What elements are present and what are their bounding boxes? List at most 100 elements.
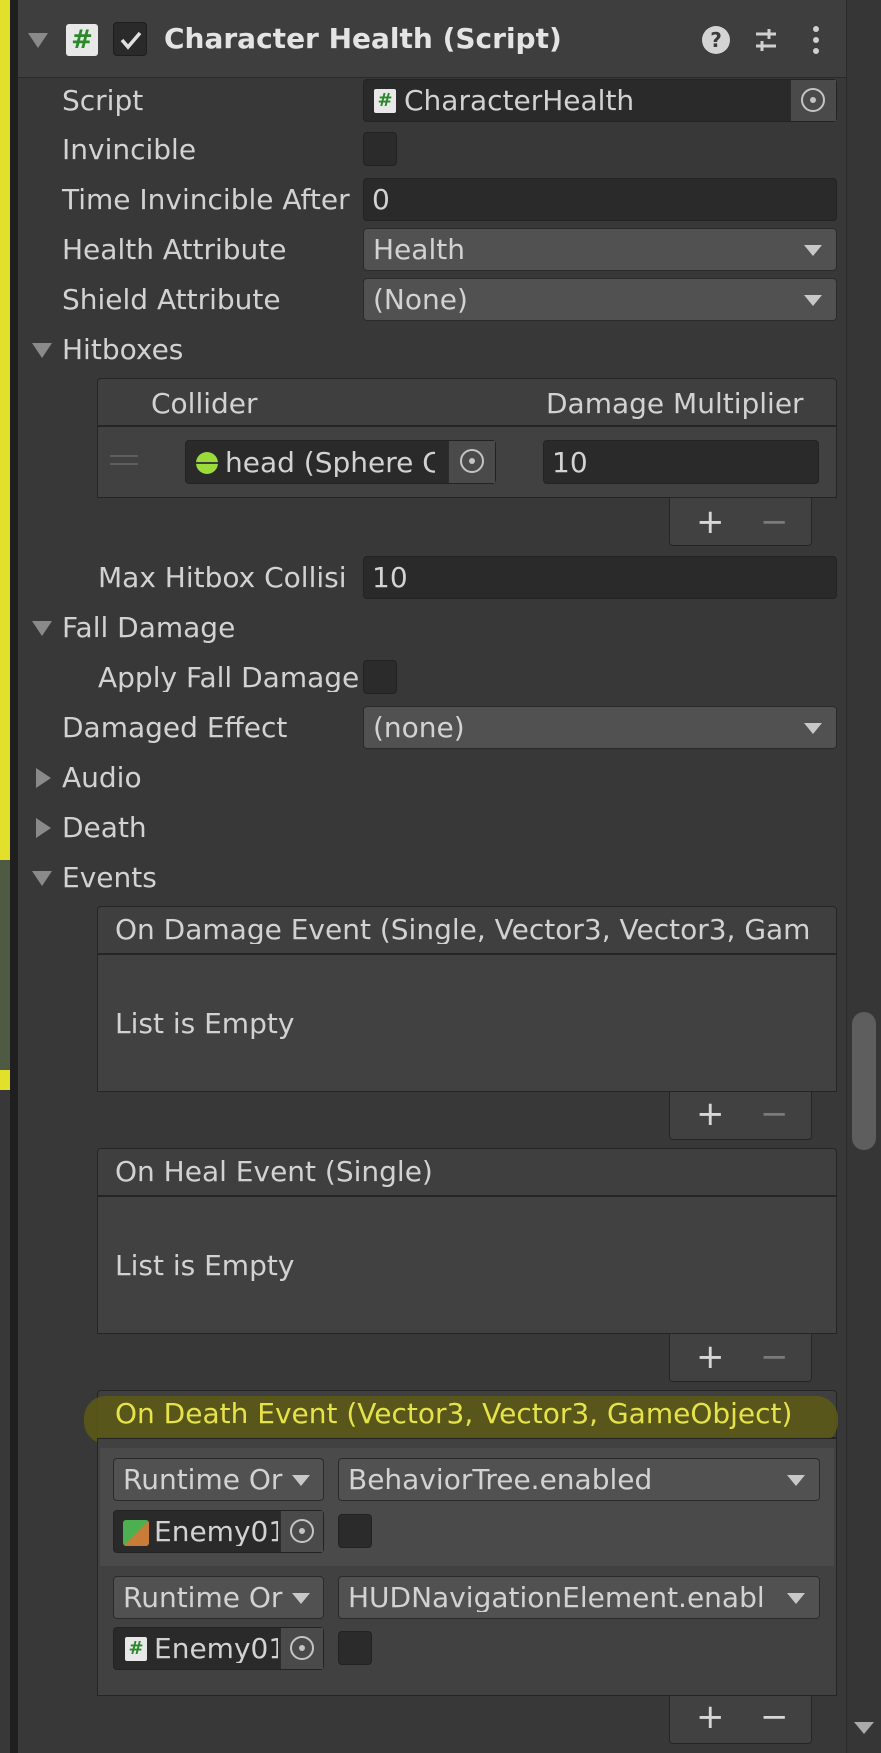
damage-event-title: On Damage Event (Single, Vector3, Vector…	[115, 916, 811, 944]
apply-fall-damage-checkbox[interactable]	[363, 660, 397, 694]
fall-damage-foldout-icon[interactable]	[32, 621, 52, 636]
panel-divider	[10, 0, 18, 1753]
damage-multiplier-value: 10	[552, 446, 588, 479]
chevron-down-icon	[804, 723, 822, 734]
drag-handle-icon[interactable]	[110, 455, 138, 465]
object-picker-icon	[290, 1519, 314, 1543]
heal-event-empty: List is Empty	[115, 1249, 295, 1282]
scene-viewport-terrain	[0, 860, 10, 1070]
hitboxes-list-controls	[669, 498, 812, 546]
health-attribute-dropdown[interactable]: Health	[363, 228, 837, 271]
script-object-field[interactable]: # CharacterHealth	[363, 79, 837, 122]
chevron-down-icon	[292, 1475, 310, 1486]
shield-attribute-label: Shield Attribute	[62, 283, 281, 316]
object-picker-icon	[460, 449, 484, 473]
script-label: Script	[62, 84, 144, 117]
object-picker-icon	[801, 88, 825, 112]
script-value: CharacterHealth	[404, 84, 635, 117]
time-invincible-label: Time Invincible After	[62, 183, 350, 216]
function-value: HUDNavigationElement.enabl	[348, 1584, 765, 1612]
health-attribute-label: Health Attribute	[62, 233, 287, 266]
damage-multiplier-column-header: Damage Multiplier	[546, 387, 804, 420]
presets-icon[interactable]	[752, 26, 780, 54]
add-damage-listener-button[interactable]: +	[696, 1094, 725, 1134]
add-death-listener-button[interactable]: +	[696, 1697, 725, 1737]
damage-event-empty: List is Empty	[115, 1007, 295, 1040]
fall-damage-section-label[interactable]: Fall Damage	[62, 614, 235, 642]
target-object-value: Enemy01	[154, 1518, 278, 1546]
death-event-title: On Death Event (Vector3, Vector3, GameOb…	[115, 1397, 793, 1430]
remove-damage-listener-button[interactable]: −	[760, 1094, 789, 1134]
checkmark-icon	[120, 31, 142, 50]
runtime-mode-dropdown[interactable]: Runtime Or	[113, 1576, 324, 1619]
chevron-down-icon	[292, 1593, 310, 1604]
sphere-collider-icon	[196, 452, 218, 474]
component-title: Character Health (Script)	[164, 22, 562, 55]
max-hitbox-input[interactable]: 10	[363, 556, 837, 599]
scroll-down-icon[interactable]	[854, 1722, 874, 1734]
collider-column-header: Collider	[151, 387, 258, 420]
runtime-mode-value: Runtime Or	[123, 1466, 283, 1494]
heal-event-controls	[669, 1334, 812, 1382]
remove-hitbox-button[interactable]: −	[760, 502, 789, 542]
events-foldout-icon[interactable]	[32, 871, 52, 886]
script-file-icon: #	[66, 24, 98, 56]
script-picker[interactable]	[790, 80, 836, 121]
time-invincible-value: 0	[372, 183, 390, 216]
hitboxes-section-label[interactable]: Hitboxes	[62, 336, 183, 364]
max-hitbox-label: Max Hitbox Collisi	[98, 564, 347, 592]
damaged-effect-dropdown[interactable]: (none)	[363, 706, 837, 749]
scrollbar-thumb[interactable]	[852, 1012, 876, 1150]
listener-value-checkbox[interactable]	[338, 1514, 372, 1548]
help-icon[interactable]: ?	[702, 26, 730, 54]
scrollbar-track[interactable]	[846, 0, 881, 1753]
gameobject-icon	[123, 1520, 149, 1546]
invincible-label: Invincible	[62, 133, 197, 166]
shield-attribute-dropdown[interactable]: (None)	[363, 278, 837, 321]
shield-attribute-value: (None)	[373, 283, 468, 316]
audio-foldout-icon[interactable]	[36, 768, 51, 788]
damaged-effect-value: (none)	[373, 711, 465, 744]
audio-section-label[interactable]: Audio	[62, 764, 142, 792]
damage-event-controls	[669, 1092, 812, 1140]
collider-object-field[interactable]: head (Sphere C	[185, 440, 496, 484]
component-foldout-icon[interactable]	[28, 33, 48, 48]
function-dropdown[interactable]: HUDNavigationElement.enabl	[338, 1576, 820, 1619]
death-section-label[interactable]: Death	[62, 814, 147, 842]
remove-heal-listener-button[interactable]: −	[760, 1337, 789, 1377]
target-object-field[interactable]: Enemy01	[113, 1510, 324, 1553]
hitboxes-foldout-icon[interactable]	[32, 343, 52, 358]
apply-fall-damage-label: Apply Fall Damage	[98, 664, 360, 692]
damage-multiplier-input[interactable]: 10	[543, 440, 819, 484]
object-picker-icon	[290, 1636, 314, 1660]
more-icon[interactable]	[810, 24, 822, 56]
script-file-icon: #	[125, 1637, 147, 1661]
health-attribute-value: Health	[373, 233, 465, 266]
function-dropdown[interactable]: BehaviorTree.enabled	[338, 1458, 820, 1501]
function-value: BehaviorTree.enabled	[348, 1466, 653, 1494]
chevron-down-icon	[787, 1475, 805, 1486]
death-event-controls	[669, 1696, 812, 1744]
time-invincible-input[interactable]: 0	[363, 178, 837, 221]
chevron-down-icon	[804, 245, 822, 256]
listener-value-checkbox[interactable]	[338, 1631, 372, 1665]
heal-event-title: On Heal Event (Single)	[115, 1155, 433, 1188]
component-enabled-checkbox[interactable]	[113, 22, 147, 56]
target-object-picker[interactable]	[280, 1511, 323, 1552]
damaged-effect-label: Damaged Effect	[62, 711, 288, 744]
remove-death-listener-button[interactable]: −	[760, 1697, 789, 1737]
chevron-down-icon	[804, 295, 822, 306]
events-section-label[interactable]: Events	[62, 864, 157, 892]
max-hitbox-value: 10	[372, 561, 408, 594]
collider-picker[interactable]	[448, 441, 495, 483]
chevron-down-icon	[787, 1593, 805, 1604]
invincible-checkbox[interactable]	[363, 132, 397, 166]
death-foldout-icon[interactable]	[36, 818, 51, 838]
runtime-mode-value: Runtime Or	[123, 1584, 283, 1612]
add-heal-listener-button[interactable]: +	[696, 1337, 725, 1377]
target-object-field[interactable]: # Enemy01	[113, 1627, 324, 1670]
target-object-picker[interactable]	[280, 1628, 323, 1669]
runtime-mode-dropdown[interactable]: Runtime Or	[113, 1458, 324, 1501]
script-file-icon: #	[374, 89, 396, 113]
add-hitbox-button[interactable]: +	[696, 502, 725, 542]
